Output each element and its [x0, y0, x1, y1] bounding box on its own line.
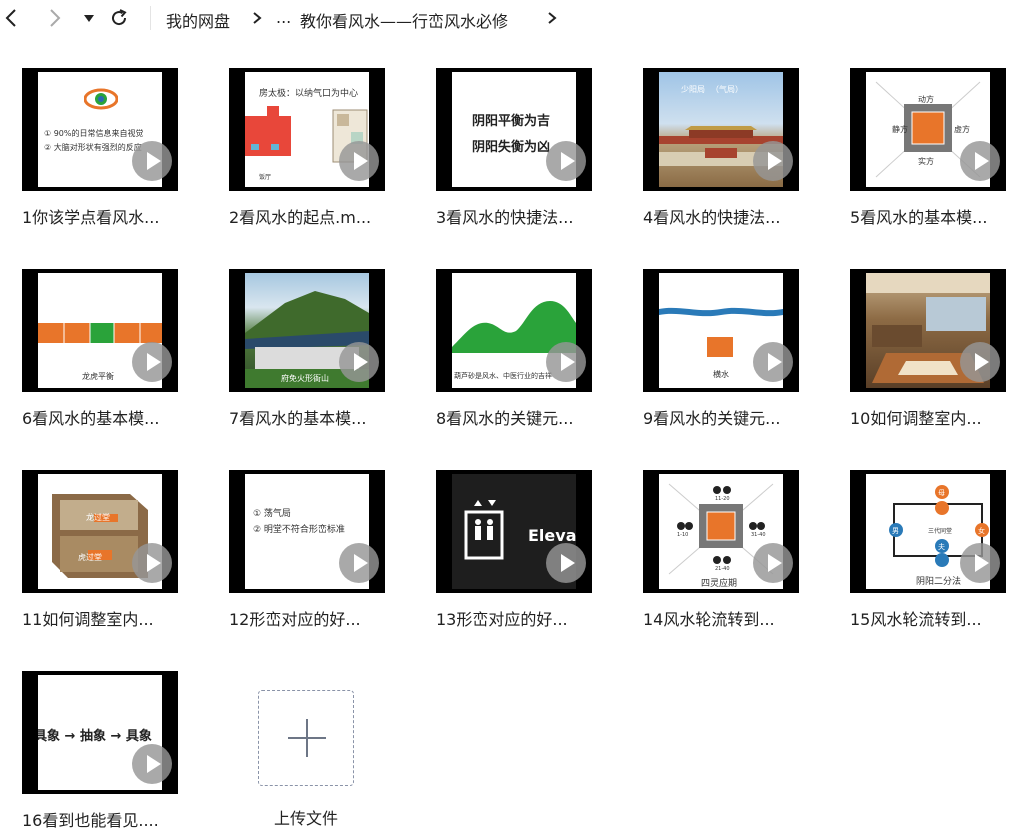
file-name[interactable]: 3看风水的快捷法... — [436, 204, 616, 228]
elevator-sign-icon — [464, 500, 504, 560]
video-thumbnail[interactable]: 动方 静方 实方 虚方 — [850, 68, 1006, 191]
play-icon[interactable] — [960, 342, 1000, 382]
slide-text: 龙过堂 — [86, 513, 110, 522]
video-thumbnail[interactable]: 少阳局 （气局） — [643, 68, 799, 191]
breadcrumb-chevron-icon — [547, 10, 557, 29]
file-name[interactable]: 16看到也能看见.... — [22, 807, 202, 831]
slide-text: 静方 — [892, 125, 908, 134]
video-thumbnail[interactable]: 三代同堂 母 男 女 夫 阴阳二分法 — [850, 470, 1006, 593]
slide-text: 葫芦砂是风水、中医行业的吉祥 — [454, 372, 552, 380]
forward-arrow-icon[interactable] — [44, 6, 66, 30]
file-name[interactable]: 14风水轮流转到... — [643, 606, 823, 630]
slide-text: 女 — [978, 527, 985, 535]
video-thumbnail[interactable]: 府免火形衙山 — [229, 269, 385, 392]
slide-text: 府免火形衙山 — [281, 374, 329, 383]
video-thumbnail[interactable]: 横水 — [643, 269, 799, 392]
slide-text: Elevat — [528, 526, 576, 545]
slide-text: 阴阳失衡为凶 — [472, 140, 551, 155]
history-dropdown-icon[interactable] — [78, 6, 100, 30]
play-icon[interactable] — [132, 342, 172, 382]
slide-text: 少阳局 — [681, 85, 705, 94]
file-name[interactable]: 7看风水的基本模... — [229, 405, 409, 429]
video-thumbnail[interactable]: Elevat — [436, 470, 592, 593]
file-name[interactable]: 15风水轮流转到... — [850, 606, 1021, 630]
slide-text: 31-40 — [751, 532, 766, 538]
file-name[interactable]: 1你该学点看风水... — [22, 204, 202, 228]
play-icon[interactable] — [753, 543, 793, 583]
slide-text: 实方 — [918, 157, 934, 166]
breadcrumb-root[interactable]: 我的网盘 — [166, 8, 230, 32]
slide-text: 龙虎平衡 — [82, 372, 114, 381]
slide-text: 四灵应期 — [701, 579, 738, 589]
file-name[interactable]: 4看风水的快捷法... — [643, 204, 823, 228]
video-thumbnail[interactable]: ① 荡气局 ② 明堂不符合形峦标准 — [229, 470, 385, 593]
slide-text: 虚方 — [954, 125, 970, 134]
slide-text: ① 荡气局 — [253, 509, 291, 519]
play-icon[interactable] — [132, 543, 172, 583]
play-icon[interactable] — [339, 141, 379, 181]
slide-text: 1-10 — [677, 532, 689, 538]
slide-text: 阴阳平衡为吉 — [472, 114, 551, 129]
play-icon[interactable] — [753, 141, 793, 181]
video-thumbnail[interactable]: 葫芦砂是风水、中医行业的吉祥 — [436, 269, 592, 392]
slide-text: 房太极：以纳气口为中心 — [259, 89, 359, 99]
play-icon[interactable] — [339, 543, 379, 583]
file-name[interactable]: 13形峦对应的好... — [436, 606, 616, 630]
play-icon[interactable] — [339, 342, 379, 382]
play-icon[interactable] — [132, 141, 172, 181]
slide-text: 阴阳二分法 — [916, 577, 962, 587]
slide-text: 虎过堂 — [78, 553, 102, 562]
breadcrumb-current: 教你看风水——行峦风水必修 — [300, 12, 509, 31]
slide-text: 动方 — [918, 95, 934, 104]
play-icon[interactable] — [546, 543, 586, 583]
video-thumbnail[interactable]: 阴阳平衡为吉 阴阳失衡为凶 — [436, 68, 592, 191]
file-name[interactable]: 11如何调整室内... — [22, 606, 202, 630]
slide-text: 三代同堂 — [928, 528, 953, 535]
slide-text: 11-20 — [715, 496, 730, 502]
file-name[interactable]: 12形峦对应的好... — [229, 606, 409, 630]
file-name[interactable]: 6看风水的基本模... — [22, 405, 202, 429]
play-icon[interactable] — [546, 141, 586, 181]
play-icon[interactable] — [753, 342, 793, 382]
video-thumbnail[interactable]: 具象 → 抽象 → 具象 — [22, 671, 178, 794]
navigation-bar: 我的网盘 ... 教你看风水——行峦风水必修 — [0, 0, 1021, 36]
slide-text: 饭厅 — [259, 174, 272, 181]
refresh-icon[interactable] — [108, 6, 130, 30]
video-thumbnail[interactable]: 房太极：以纳气口为中心 饭厅 — [229, 68, 385, 191]
file-name[interactable]: 10如何调整室内... — [850, 405, 1021, 429]
slide-text: （气局） — [711, 85, 743, 94]
video-thumbnail[interactable]: 11-20 1-10 31-40 21-40 四灵应期 — [643, 470, 799, 593]
slide-text: 夫 — [938, 543, 945, 551]
eye-logo-icon — [84, 88, 118, 110]
slide-text: ② 大脑对形状有强烈的反应 — [44, 143, 142, 152]
slide-text: ② 明堂不符合形峦标准 — [253, 525, 345, 535]
file-name[interactable]: 9看风水的关键元... — [643, 405, 823, 429]
slide-text: 男 — [892, 527, 899, 535]
slide-text: 横水 — [713, 370, 729, 379]
breadcrumb-chevron-icon — [252, 10, 262, 29]
slide-text: 母 — [938, 489, 945, 497]
video-thumbnail[interactable]: 龙过堂 虎过堂 — [22, 470, 178, 593]
play-icon[interactable] — [132, 744, 172, 784]
file-name[interactable]: 2看风水的起点.m... — [229, 204, 409, 228]
play-icon[interactable] — [960, 141, 1000, 181]
video-thumbnail[interactable] — [850, 269, 1006, 392]
toolbar-divider — [150, 6, 151, 30]
breadcrumb-ellipsis[interactable]: ... — [276, 8, 291, 27]
upload-file-button[interactable] — [258, 690, 354, 786]
slide-text: 21-40 — [715, 566, 730, 572]
video-thumbnail[interactable]: 龙虎平衡 — [22, 269, 178, 392]
play-icon[interactable] — [960, 543, 1000, 583]
upload-file-label[interactable]: 上传文件 — [258, 805, 354, 829]
tile-row-graphic — [38, 323, 162, 343]
play-icon[interactable] — [546, 342, 586, 382]
video-thumbnail[interactable]: ① 90%的日常信息来自视觉 ② 大脑对形状有强烈的反应 — [22, 68, 178, 191]
back-arrow-icon[interactable] — [0, 6, 22, 30]
file-name[interactable]: 8看风水的关键元... — [436, 405, 616, 429]
file-name[interactable]: 5看风水的基本模... — [850, 204, 1021, 228]
slide-text: ① 90%的日常信息来自视觉 — [44, 129, 144, 138]
slide-text: 具象 → 抽象 → 具象 — [38, 729, 152, 744]
